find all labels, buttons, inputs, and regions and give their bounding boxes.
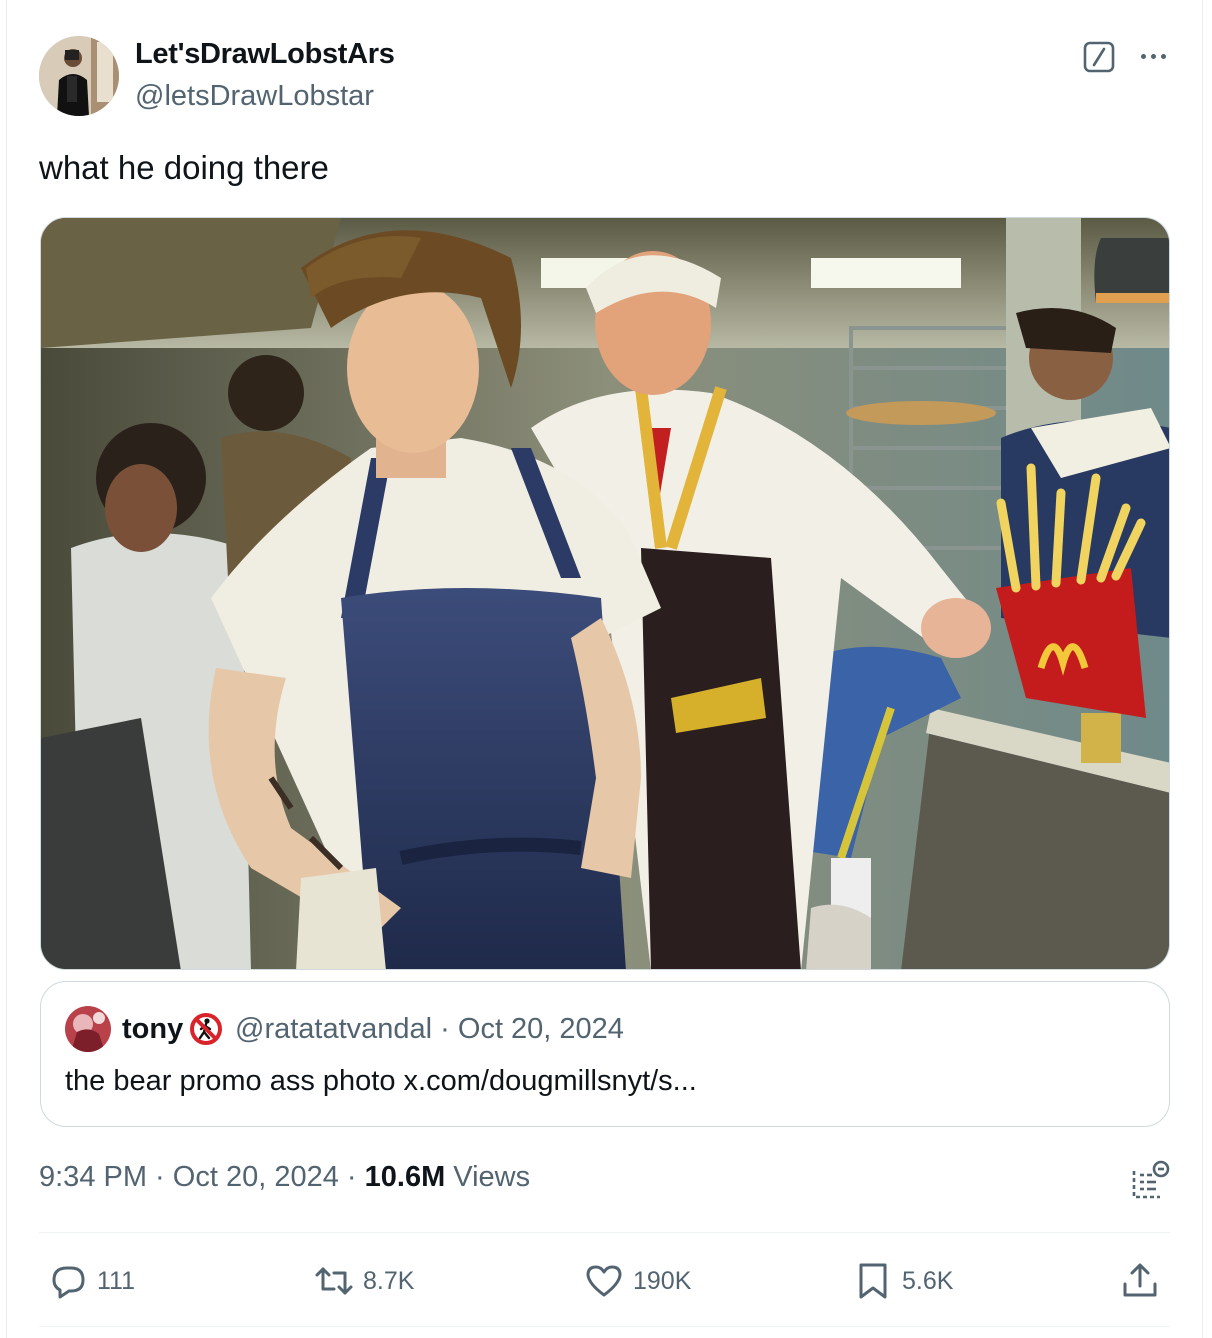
divider: [39, 1326, 1170, 1327]
share-button[interactable]: [1119, 1259, 1161, 1303]
bookmark-icon: [859, 1263, 887, 1299]
views-count: 10.6M: [364, 1161, 446, 1193]
like-count: 190K: [633, 1266, 692, 1295]
tweet-time[interactable]: 9:34 PM: [39, 1161, 147, 1193]
quoted-handle-date[interactable]: @ratatatvandal · Oct 20, 2024: [235, 1013, 624, 1046]
divider: [39, 1232, 1170, 1233]
quoted-author-avatar[interactable]: [65, 1006, 111, 1052]
quoted-tweet[interactable]: tony @ratatatvandal · Oct 20, 2024 the b…: [40, 981, 1170, 1127]
share-icon: [1123, 1263, 1157, 1297]
author-handle[interactable]: @letsDrawLobstar: [135, 80, 374, 113]
author-avatar[interactable]: [39, 36, 119, 116]
meta-separator: ·: [147, 1161, 173, 1193]
reply-count: 111: [97, 1266, 136, 1295]
more-icon[interactable]: [1133, 40, 1173, 72]
bookmark-count: 5.6K: [902, 1266, 954, 1295]
tweet-text: what he doing there: [39, 149, 329, 186]
heart-icon: [586, 1265, 622, 1297]
views-label: Views: [445, 1161, 531, 1193]
repost-count: 8.7K: [363, 1266, 415, 1295]
tweet-image[interactable]: [40, 217, 1170, 970]
reply-icon: [52, 1266, 85, 1299]
no-pedestrian-icon: [189, 1012, 223, 1046]
more-dot: [1150, 53, 1156, 59]
tweet-date[interactable]: Oct 20, 2024: [173, 1161, 339, 1193]
more-dot: [1160, 53, 1166, 59]
repost-icon: [315, 1267, 353, 1295]
quoted-tweet-text: the bear promo ass photo x.com/dougmills…: [65, 1065, 697, 1097]
quoted-author-name[interactable]: tony: [122, 1013, 183, 1046]
analytics-icon[interactable]: [1130, 1159, 1172, 1201]
reply-button[interactable]: 111: [47, 1259, 135, 1303]
meta-separator: ·: [338, 1161, 365, 1193]
repost-button[interactable]: 8.7K: [313, 1259, 414, 1303]
author-display-name[interactable]: Let'sDrawLobstArs: [135, 38, 395, 71]
bookmark-button[interactable]: 5.6K: [852, 1259, 953, 1303]
more-dot: [1140, 53, 1146, 59]
grok-icon[interactable]: [1083, 41, 1115, 73]
like-button[interactable]: 190K: [583, 1259, 691, 1303]
tweet-metadata: 9:34 PM · Oct 20, 2024 · 10.6M Views: [39, 1161, 530, 1194]
